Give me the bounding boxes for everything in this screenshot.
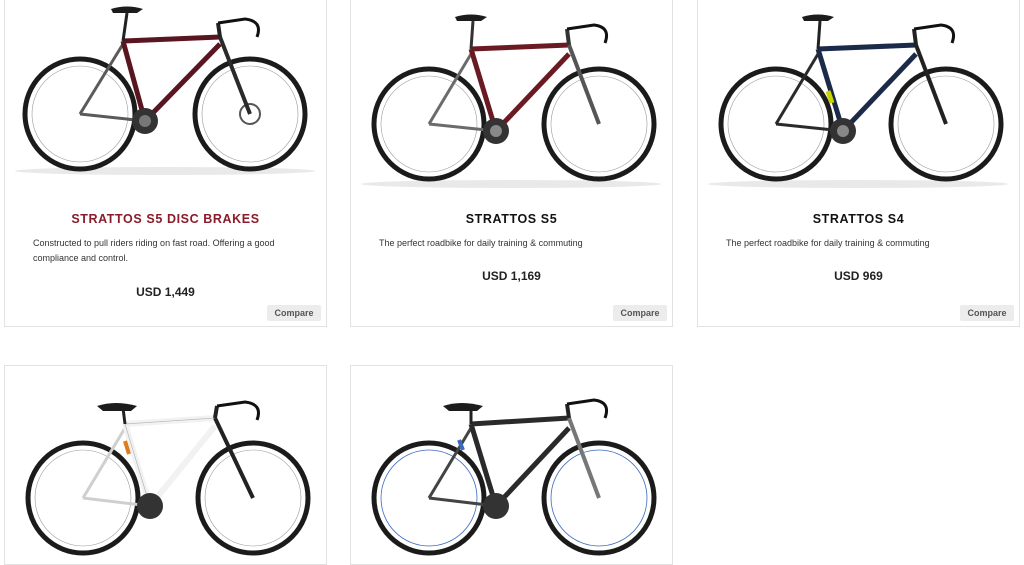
bike-image[interactable] (698, 0, 1019, 194)
product-card[interactable]: STRATTOS S4 The perfect roadbike for dai… (697, 0, 1020, 327)
compare-button[interactable]: Compare (267, 305, 321, 321)
bike-illustration (371, 398, 657, 556)
bike-illustration (361, 14, 661, 188)
product-description: The perfect roadbike for daily training … (379, 238, 583, 248)
bike-illustration (15, 6, 315, 175)
compare-button[interactable]: Compare (960, 305, 1014, 321)
bike-image[interactable] (5, 366, 326, 561)
bike-image[interactable] (351, 0, 672, 194)
product-price: USD 1,169 (482, 269, 541, 283)
product-card[interactable] (4, 365, 327, 565)
bike-illustration (708, 14, 1008, 188)
product-description: The perfect roadbike for daily training … (726, 238, 930, 248)
product-title[interactable]: STRATTOS S5 (351, 212, 672, 226)
product-title[interactable]: STRATTOS S5 DISC BRAKES (5, 212, 326, 226)
product-card[interactable] (350, 365, 673, 565)
product-card[interactable]: STRATTOS S5 DISC BRAKES Constructed to p… (4, 0, 327, 327)
product-price: USD 1,449 (136, 285, 195, 299)
bike-image[interactable] (351, 366, 672, 561)
bike-illustration (25, 400, 311, 556)
bike-image[interactable] (5, 0, 326, 194)
compare-button[interactable]: Compare (613, 305, 667, 321)
product-description: Constructed to pull riders riding on fas… (33, 238, 275, 263)
product-price: USD 969 (834, 269, 883, 283)
product-card[interactable]: STRATTOS S5 The perfect roadbike for dai… (350, 0, 673, 327)
product-title[interactable]: STRATTOS S4 (698, 212, 1019, 226)
